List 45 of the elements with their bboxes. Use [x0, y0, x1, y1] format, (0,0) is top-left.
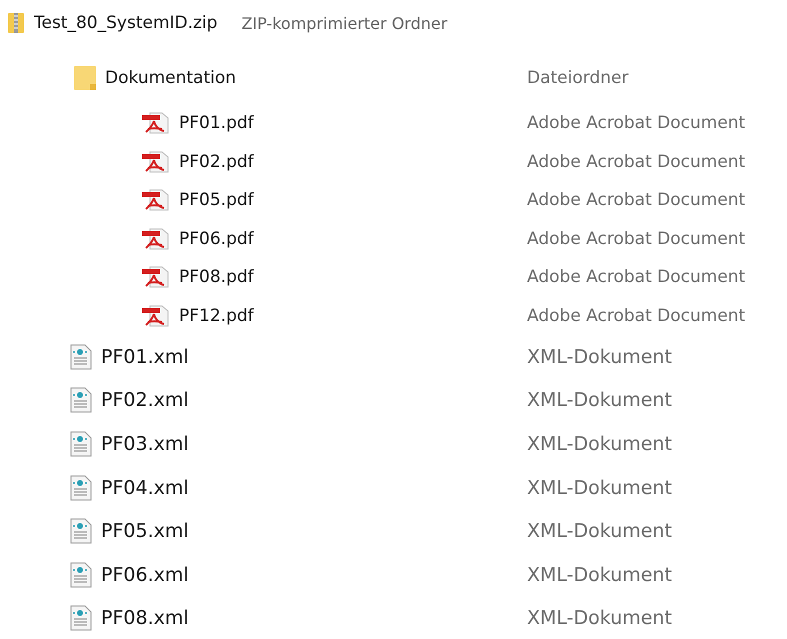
file-type: XML-Dokument	[527, 476, 672, 499]
pdf-file-icon	[142, 189, 170, 212]
file-type: Adobe Acrobat Document	[527, 306, 746, 326]
file-name: PF04.xml	[101, 476, 189, 499]
file-type: Adobe Acrobat Document	[527, 228, 746, 249]
zip-folder-icon	[8, 12, 24, 34]
pdf-file-icon	[142, 266, 170, 288]
file-type: Adobe Acrobat Document	[527, 190, 746, 210]
file-name: Dokumentation	[105, 68, 236, 88]
file-name: Test_80_SystemID.zip	[34, 13, 218, 33]
file-type: XML-Dokument	[527, 520, 672, 542]
xml-file-icon	[70, 430, 92, 457]
xml-file-icon	[70, 605, 92, 632]
file-name: PF08.pdf	[179, 267, 254, 288]
file-name: PF08.xml	[101, 607, 189, 630]
file-name: PF06.pdf	[179, 228, 254, 249]
file-type: Adobe Acrobat Document	[527, 152, 746, 172]
xml-file-icon	[70, 518, 92, 544]
file-type: Adobe Acrobat Document	[527, 113, 746, 134]
xml-file-icon	[70, 344, 92, 370]
folder-icon	[74, 66, 96, 90]
file-name: PF02.pdf	[179, 152, 254, 172]
xml-file-icon	[70, 387, 92, 414]
file-type: ZIP-komprimierter Ordner	[241, 14, 448, 32]
file-type: XML-Dokument	[527, 346, 672, 368]
file-type: Adobe Acrobat Document	[527, 267, 746, 288]
file-name: PF03.xml	[101, 432, 189, 455]
file-type: XML-Dokument	[527, 607, 672, 630]
file-name: PF01.xml	[101, 346, 189, 368]
file-type: XML-Dokument	[527, 389, 672, 412]
xml-file-icon	[70, 562, 92, 588]
file-name: PF05.pdf	[179, 190, 254, 210]
file-name: PF05.xml	[101, 520, 189, 542]
file-type: XML-Dokument	[527, 564, 672, 586]
file-name: PF12.pdf	[179, 306, 254, 326]
pdf-file-icon	[142, 150, 170, 173]
file-type: Dateiordner	[527, 68, 628, 88]
pdf-file-icon	[142, 228, 170, 250]
file-name: PF01.pdf	[179, 113, 254, 134]
file-type: XML-Dokument	[527, 432, 672, 455]
file-name: PF02.xml	[101, 389, 189, 412]
file-name: PF06.xml	[101, 564, 189, 586]
pdf-file-icon	[142, 112, 170, 134]
xml-file-icon	[70, 474, 92, 501]
pdf-file-icon	[142, 304, 170, 327]
